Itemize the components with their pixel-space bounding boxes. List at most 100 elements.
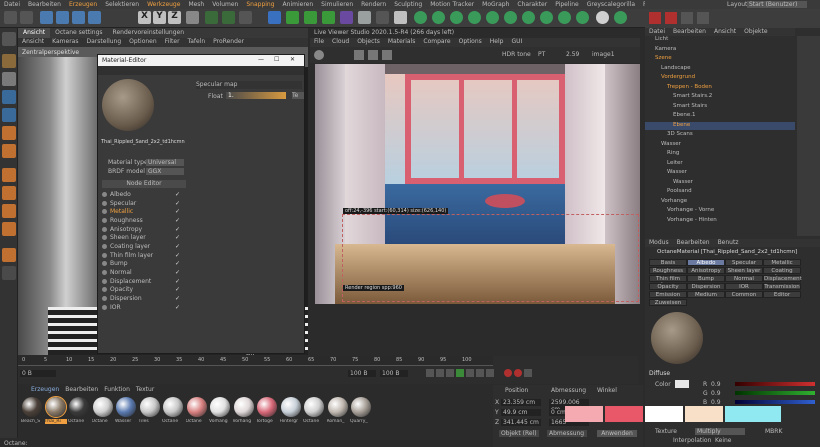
- next-key-button[interactable]: [476, 369, 484, 377]
- attributes-menu-0[interactable]: Modus: [645, 239, 673, 247]
- z-axis-icon[interactable]: Z: [168, 11, 181, 24]
- attr-tab-3[interactable]: Metallic: [763, 259, 801, 266]
- channel-radio-icon[interactable]: [102, 200, 107, 206]
- swatch-white[interactable]: [645, 406, 683, 422]
- object-row[interactable]: Vorhange: [645, 198, 795, 206]
- y-axis-icon[interactable]: Y: [153, 11, 166, 24]
- prev-key-button[interactable]: [436, 369, 444, 377]
- channel-row[interactable]: Specular ✓: [102, 199, 188, 208]
- octane-icon-3[interactable]: [450, 11, 463, 24]
- octane-icon-10[interactable]: [576, 11, 589, 24]
- channel-radio-icon[interactable]: [102, 287, 107, 293]
- material-ball[interactable]: [163, 397, 183, 417]
- material-ball[interactable]: [327, 397, 348, 417]
- menu-item-15[interactable]: Pipeline: [551, 1, 582, 8]
- x-position-field[interactable]: 23.359 cm: [501, 399, 541, 406]
- menu-item-9[interactable]: Simulieren: [317, 1, 357, 8]
- attr-tab-0[interactable]: Basis: [649, 259, 687, 266]
- channel-checkbox[interactable]: ✓: [175, 261, 180, 267]
- objects-tab-1[interactable]: Bearbeiten: [669, 28, 710, 36]
- grid-icon[interactable]: [2, 266, 16, 280]
- attributes-menu-1[interactable]: Bearbeiten: [673, 239, 714, 247]
- attr-tab-17[interactable]: Medium: [687, 291, 725, 298]
- attr-tab-13[interactable]: Dispersion: [687, 283, 725, 290]
- live-menu-0[interactable]: File: [310, 38, 328, 47]
- channel-row[interactable]: Metallic ✓: [102, 207, 188, 216]
- swatch-pink[interactable]: [605, 406, 643, 422]
- auto-key-button[interactable]: [514, 369, 522, 377]
- axis-mode-icon[interactable]: [2, 144, 16, 158]
- channel-row[interactable]: Displacement ✓: [102, 277, 188, 286]
- channel-radio-icon[interactable]: [102, 235, 107, 241]
- edges-mode-icon[interactable]: [2, 108, 16, 122]
- octane-icon-5[interactable]: [486, 11, 499, 24]
- attr-tab-7[interactable]: Coating layer: [763, 267, 801, 280]
- render-icon[interactable]: [222, 11, 235, 24]
- material-label[interactable]: Vorhäng: [233, 419, 255, 424]
- material-ball[interactable]: [233, 397, 254, 417]
- floor-icon[interactable]: [358, 11, 371, 24]
- material-label[interactable]: Octane: [68, 419, 90, 424]
- zoom-field[interactable]: 2.59: [566, 51, 579, 58]
- channel-checkbox[interactable]: ✓: [175, 191, 180, 197]
- material-label[interactable]: Beach_S: [21, 419, 43, 424]
- viewport-menu-2[interactable]: Darstellung: [82, 38, 125, 47]
- channel-checkbox[interactable]: ✓: [175, 270, 180, 276]
- first-frame-button[interactable]: [426, 369, 434, 377]
- object-row[interactable]: Vorhange - Vorne: [645, 207, 795, 215]
- object-row[interactable]: Ring: [645, 150, 795, 158]
- prev-frame-button[interactable]: [446, 369, 454, 377]
- attr-tab-9[interactable]: Bump: [687, 275, 725, 282]
- material-label[interactable]: Tiles: [139, 419, 161, 424]
- object-row[interactable]: Smart Stairs: [645, 103, 795, 111]
- render-view-icon[interactable]: [205, 11, 218, 24]
- x-axis-icon[interactable]: X: [138, 11, 151, 24]
- live-menu-2[interactable]: Objects: [353, 38, 384, 47]
- channel-radio-icon[interactable]: [102, 209, 107, 215]
- attr-tab-12[interactable]: Opacity: [649, 283, 687, 290]
- object-row[interactable]: Smart Stairs.2: [645, 93, 795, 101]
- channel-row[interactable]: IOR ✓: [102, 303, 188, 312]
- pt-select[interactable]: PT: [538, 51, 545, 58]
- apply-button[interactable]: Anwenden: [597, 430, 637, 437]
- material-ball[interactable]: [280, 397, 301, 417]
- object-row[interactable]: Vordergrund: [645, 74, 795, 82]
- material-editor-window[interactable]: Material-Editor — ☐ ✕ Thai_Rippled_Sand_…: [97, 54, 305, 354]
- polygons-mode-icon[interactable]: [2, 126, 16, 140]
- viewport-menu-4[interactable]: Filter: [161, 38, 184, 47]
- render-icon-right[interactable]: [665, 12, 677, 24]
- channel-radio-icon[interactable]: [102, 261, 107, 267]
- channel-radio-icon[interactable]: [102, 296, 107, 302]
- channel-checkbox[interactable]: ✓: [175, 226, 180, 232]
- menu-item-14[interactable]: Charakter: [513, 1, 551, 8]
- material-ball[interactable]: [351, 397, 371, 417]
- attr-tab-1[interactable]: Albedo: [687, 259, 725, 266]
- mix-select[interactable]: Multiply: [695, 428, 745, 435]
- live-menu-1[interactable]: Cloud: [328, 38, 353, 47]
- attr-tab-20[interactable]: Zuweisen: [649, 299, 687, 306]
- live-viewer-render[interactable]: off:24,-396 start:(60,314) size:(626,140…: [315, 64, 640, 304]
- live-menu-3[interactable]: Materials: [384, 38, 420, 47]
- channel-radio-icon[interactable]: [102, 270, 107, 276]
- make-editable-icon[interactable]: [2, 32, 16, 46]
- material-label[interactable]: Wasser: [115, 419, 137, 424]
- start-frame-field[interactable]: 0 B: [20, 370, 56, 377]
- undo-icon[interactable]: [4, 11, 17, 24]
- cube-icon[interactable]: [268, 11, 281, 24]
- material-ball[interactable]: [257, 397, 277, 417]
- end-frame-field-2[interactable]: 100 B: [380, 370, 408, 377]
- live-menu-4[interactable]: Compare: [419, 38, 454, 47]
- material-ball[interactable]: [69, 397, 89, 417]
- channel-row[interactable]: Roughness ✓: [102, 216, 188, 225]
- object-row[interactable]: Leiter: [645, 160, 795, 168]
- object-row[interactable]: Landscape: [645, 65, 795, 73]
- g-value[interactable]: 0.9: [711, 390, 721, 397]
- live-menu-5[interactable]: Options: [455, 38, 486, 47]
- channel-checkbox[interactable]: ✓: [175, 287, 180, 293]
- model-mode-icon[interactable]: [2, 54, 16, 68]
- octane-icon-11[interactable]: [596, 11, 609, 24]
- material-label[interactable]: Thai_Ri: [44, 419, 67, 424]
- move-icon[interactable]: [40, 11, 53, 24]
- octane-icon-12[interactable]: [614, 11, 627, 24]
- channel-checkbox[interactable]: ✓: [175, 243, 180, 249]
